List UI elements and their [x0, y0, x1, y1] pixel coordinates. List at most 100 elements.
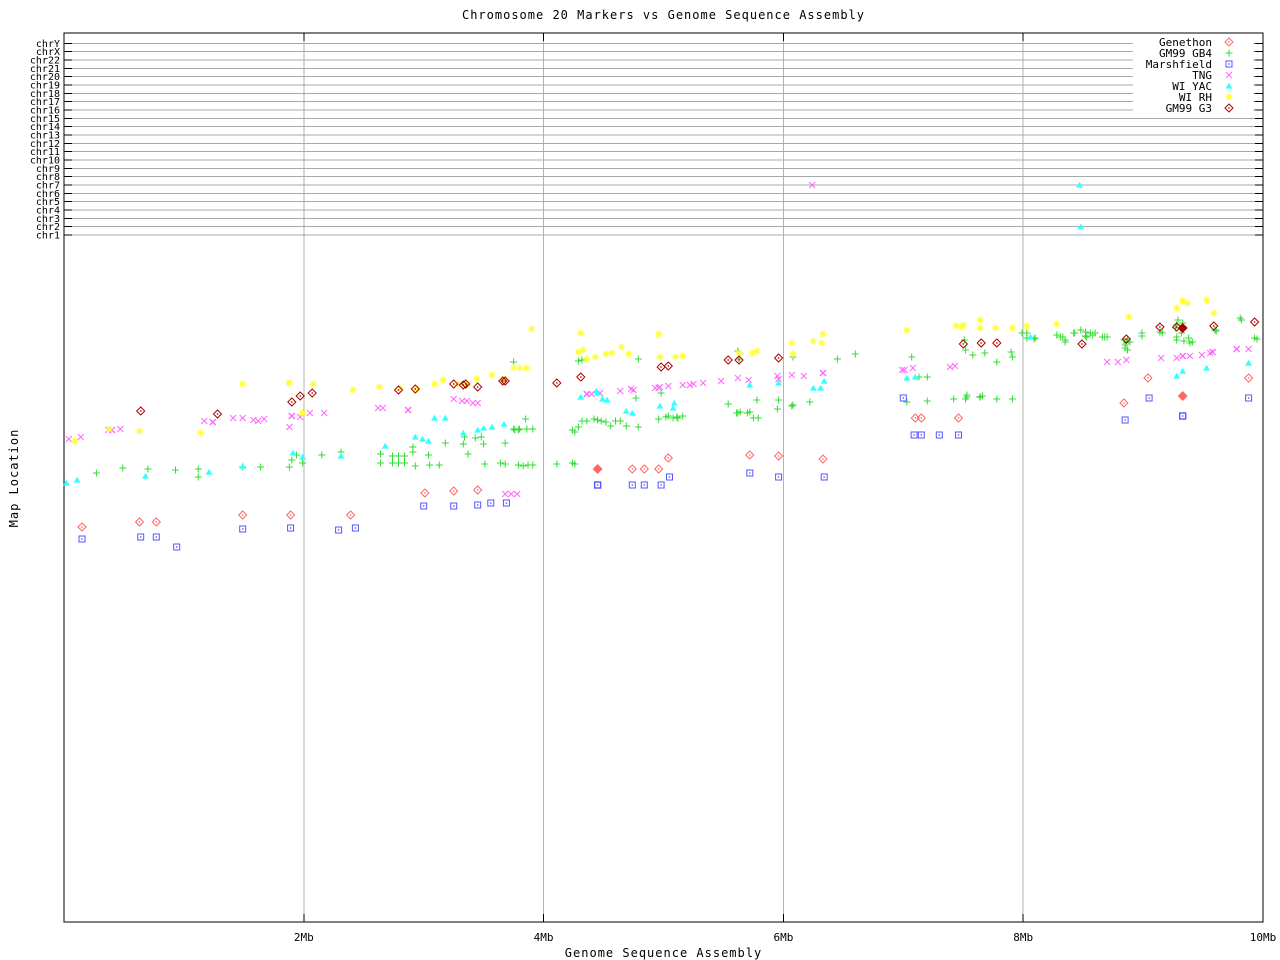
- marker-glyph: [240, 415, 246, 421]
- data-point: [1185, 335, 1192, 342]
- data-point: [1173, 337, 1180, 344]
- data-point: [336, 527, 342, 533]
- marker-glyph: [1009, 354, 1016, 361]
- marker-dot: [506, 502, 507, 503]
- data-point: [577, 373, 585, 381]
- marker-dot: [903, 397, 904, 398]
- marker-dot: [1228, 41, 1229, 42]
- marker-dot: [660, 484, 661, 485]
- marker-glyph: [950, 396, 957, 403]
- marker-glyph: [286, 380, 293, 387]
- data-point: [287, 511, 295, 519]
- data-point: [117, 426, 123, 432]
- data-point: [1120, 399, 1128, 407]
- marker-dot: [505, 380, 506, 381]
- data-point: [775, 380, 782, 386]
- data-point: [515, 427, 522, 434]
- marker-glyph: [1234, 346, 1240, 352]
- data-point: [299, 410, 306, 417]
- marker-glyph: [1125, 314, 1132, 321]
- data-point: [575, 424, 582, 431]
- marker-glyph: [817, 385, 824, 391]
- marker-glyph: [201, 418, 207, 424]
- series-genethon: [78, 374, 1253, 531]
- data-point: [1174, 317, 1181, 324]
- data-point: [288, 398, 296, 406]
- marker-glyph: [290, 450, 297, 456]
- data-point: [350, 387, 357, 394]
- data-point: [261, 416, 267, 422]
- data-point: [992, 325, 999, 332]
- data-point: [377, 460, 384, 467]
- data-point: [1246, 395, 1252, 401]
- data-point: [474, 486, 482, 494]
- data-point: [671, 400, 678, 406]
- data-point: [389, 453, 396, 460]
- marker-dot: [644, 484, 645, 485]
- data-point: [257, 464, 264, 471]
- marker-glyph: [299, 454, 306, 460]
- data-point: [514, 491, 520, 497]
- data-point: [936, 432, 942, 438]
- data-point: [657, 363, 665, 371]
- plot-border: [64, 33, 1263, 922]
- marker-glyph: [602, 351, 609, 358]
- data-point: [119, 465, 126, 472]
- data-point: [952, 363, 958, 369]
- marker-dot: [778, 357, 779, 358]
- marker-dot: [915, 417, 916, 418]
- data-point: [1184, 300, 1191, 307]
- data-point: [405, 407, 411, 413]
- data-point: [993, 359, 1000, 366]
- marker-dot: [939, 434, 940, 435]
- data-point: [153, 534, 159, 540]
- marker-glyph: [656, 354, 663, 361]
- data-point: [376, 384, 383, 391]
- marker-glyph: [670, 405, 677, 411]
- data-point: [308, 389, 316, 397]
- data-point: [1115, 359, 1121, 365]
- marker-dot: [556, 382, 557, 383]
- marker-dot: [140, 536, 141, 537]
- marker-dot: [1148, 397, 1149, 398]
- marker-glyph: [119, 465, 126, 472]
- marker-dot: [1159, 326, 1160, 327]
- marker-glyph: [672, 354, 679, 361]
- data-point: [299, 454, 306, 460]
- marker-glyph: [502, 440, 509, 447]
- marker-glyph: [480, 425, 487, 431]
- data-point: [908, 354, 915, 361]
- marker-glyph: [508, 491, 514, 497]
- marker-glyph: [665, 383, 671, 389]
- marker-glyph: [195, 466, 202, 473]
- data-point: [754, 348, 761, 355]
- marker-glyph: [321, 410, 327, 416]
- marker-glyph: [1226, 94, 1233, 101]
- x-tick-label: 6Mb: [773, 931, 793, 944]
- data-point: [903, 399, 910, 406]
- data-point: [754, 397, 761, 404]
- data-point: [599, 396, 606, 402]
- marker-glyph: [426, 462, 433, 469]
- data-point: [700, 380, 706, 386]
- data-point: [580, 347, 587, 354]
- marker-glyph: [288, 457, 295, 464]
- data-point: [904, 375, 911, 381]
- data-point: [589, 391, 595, 397]
- marker-dot: [668, 457, 669, 458]
- data-point: [299, 460, 306, 467]
- marker-dot: [996, 342, 997, 343]
- data-point: [142, 473, 149, 479]
- marker-glyph: [607, 423, 614, 430]
- marker-dot: [1254, 321, 1255, 322]
- data-point: [918, 432, 924, 438]
- marker-glyph: [579, 357, 586, 364]
- data-point: [230, 415, 236, 421]
- marker-dot: [453, 383, 454, 384]
- marker-dot: [424, 492, 425, 493]
- marker-glyph: [257, 464, 264, 471]
- data-point: [502, 491, 508, 497]
- marker-glyph: [473, 376, 480, 383]
- data-point: [172, 467, 179, 474]
- marker-glyph: [754, 348, 761, 355]
